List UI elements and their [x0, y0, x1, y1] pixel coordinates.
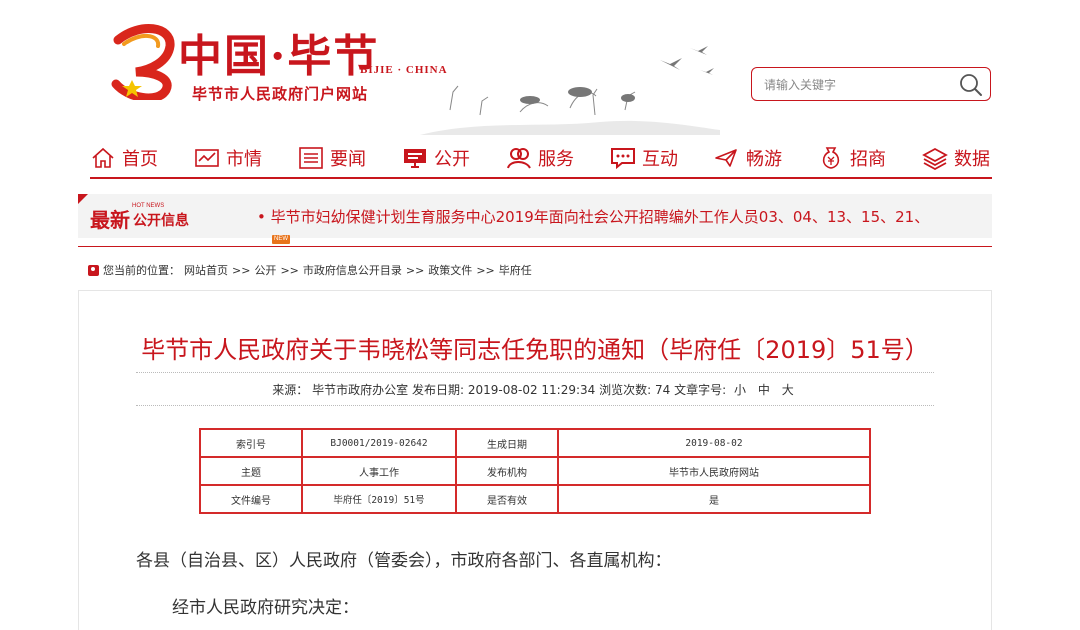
nav-label-investment: 招商 — [850, 149, 886, 170]
breadcrumb-separator: >> — [405, 263, 425, 277]
ticker-label-public-info: 公开信息 — [133, 213, 189, 229]
cranes-decoration-image — [420, 46, 720, 135]
chart-icon — [195, 149, 219, 167]
meta-views-label: 浏览次数: — [599, 383, 652, 397]
font-size-medium-button[interactable]: 中 — [758, 383, 770, 397]
article-paragraph: 经市人民政府研究决定： — [172, 598, 359, 618]
list-icon — [299, 147, 323, 169]
search-icon[interactable] — [958, 72, 984, 98]
ticker-label-latest: 最新 — [90, 208, 130, 232]
breadcrumb-separator: >> — [280, 263, 299, 277]
article-paragraph: 各县（自治县、区）人民政府（管委会），市政府各部门、各直属机构： — [136, 551, 672, 571]
home-icon — [92, 147, 114, 168]
logo-emblem — [111, 24, 175, 100]
font-size-small-button[interactable]: 小 — [734, 383, 746, 397]
breadcrumb-current[interactable]: 毕府任 — [499, 262, 532, 278]
table-row: 文件编号 毕府任〔2019〕51号 是否有效 是 — [199, 484, 871, 514]
title-divider — [136, 372, 934, 373]
table-cell-value: 2019-08-02 — [557, 428, 871, 458]
breadcrumb-prefix: 您当前的位置： — [103, 264, 180, 277]
search-box — [751, 67, 991, 101]
breadcrumb-public[interactable]: 公开 — [254, 262, 276, 278]
table-row: 主题 人事工作 发布机构 毕节市人民政府网站 — [199, 456, 871, 486]
breadcrumb-home[interactable]: 网站首页 — [184, 262, 228, 278]
nav-label-interaction: 互动 — [642, 149, 678, 170]
main-nav: 首页 市情 要闻 公开 服务 互动 畅游 招商 数据 — [90, 140, 990, 176]
table-cell-label: 是否有效 — [455, 484, 559, 514]
ticker-divider — [78, 246, 992, 247]
meta-fontsize-label: 文章字号: — [674, 383, 727, 397]
location-pin-icon — [88, 264, 99, 276]
nav-item-travel[interactable]: 畅游 — [714, 145, 782, 171]
table-row: 索引号 BJ0001/2019-02642 生成日期 2019-08-02 — [199, 428, 871, 458]
breadcrumb-catalog[interactable]: 市政府信息公开目录 — [303, 262, 402, 278]
nav-label-data: 数据 — [954, 149, 990, 170]
nav-item-city-info[interactable]: 市情 — [194, 145, 262, 171]
moneybag-icon — [822, 147, 840, 169]
people-icon — [507, 148, 531, 169]
ticker-news-link[interactable]: • 毕节市妇幼保健计划生育服务中心2019年面向社会公开招聘编外工作人员03、0… — [257, 206, 987, 227]
nav-item-home[interactable]: 首页 — [90, 145, 158, 171]
breadcrumb-separator: >> — [476, 263, 495, 277]
nav-label-service: 服务 — [538, 149, 574, 170]
nav-label-travel: 畅游 — [746, 149, 782, 170]
nav-divider — [90, 177, 992, 179]
table-cell-value: 毕府任〔2019〕51号 — [301, 484, 457, 514]
plane-icon — [715, 149, 737, 167]
table-cell-label: 文件编号 — [199, 484, 303, 514]
article-meta: 来源： 毕节市政府办公室 发布日期: 2019-08-02 11:29:34 浏… — [136, 381, 934, 398]
nav-label-home: 首页 — [122, 149, 158, 170]
new-badge: NEW — [272, 235, 290, 244]
meta-date: 2019-08-02 11:29:34 — [467, 383, 596, 397]
nav-item-investment[interactable]: 招商 — [818, 145, 886, 171]
breadcrumb: 您当前的位置： 网站首页 >> 公开 >> 市政府信息公开目录 >> 政策文件 … — [88, 262, 532, 278]
nav-label-city-info: 市情 — [226, 149, 262, 170]
article-title: 毕节市人民政府关于韦晓松等同志任免职的通知（毕府任〔2019〕51号） — [141, 336, 929, 364]
search-input[interactable] — [762, 74, 946, 96]
nav-item-news[interactable]: 要闻 — [298, 145, 366, 171]
table-cell-label: 索引号 — [199, 428, 303, 458]
ticker-corner-mark — [78, 194, 88, 204]
nav-item-public[interactable]: 公开 — [402, 145, 470, 171]
site-subtitle: 毕节市人民政府门户网站 — [192, 85, 369, 103]
meta-date-label: 发布日期: — [411, 383, 465, 397]
site-logo-title: 中国·毕节 — [178, 31, 380, 82]
font-size-large-button[interactable]: 大 — [782, 383, 794, 397]
meta-source: 毕节市政府办公室 — [312, 383, 409, 397]
nav-label-news: 要闻 — [330, 149, 366, 170]
meta-divider — [136, 405, 934, 406]
table-cell-value: 是 — [557, 484, 871, 514]
layers-icon — [922, 147, 948, 170]
document-info-table: 索引号 BJ0001/2019-02642 生成日期 2019-08-02 主题… — [199, 428, 871, 514]
table-cell-value: 人事工作 — [301, 456, 457, 486]
meta-source-label: 来源： — [272, 383, 309, 397]
meta-views: 74 — [655, 383, 671, 397]
table-cell-value: 毕节市人民政府网站 — [557, 456, 871, 486]
nav-item-service[interactable]: 服务 — [506, 145, 574, 171]
chat-icon — [611, 148, 635, 170]
nav-item-interaction[interactable]: 互动 — [610, 145, 678, 171]
nav-label-public: 公开 — [434, 149, 470, 170]
breadcrumb-separator: >> — [232, 263, 251, 277]
table-cell-label: 生成日期 — [455, 428, 559, 458]
ticker-label-hot-news: HOT NEWS — [132, 203, 165, 209]
nav-item-data[interactable]: 数据 — [922, 145, 990, 171]
table-cell-label: 主题 — [199, 456, 303, 486]
table-cell-label: 发布机构 — [455, 456, 559, 486]
monitor-icon — [404, 149, 426, 168]
table-cell-value: BJ0001/2019-02642 — [301, 428, 457, 458]
breadcrumb-policy[interactable]: 政策文件 — [428, 262, 472, 278]
